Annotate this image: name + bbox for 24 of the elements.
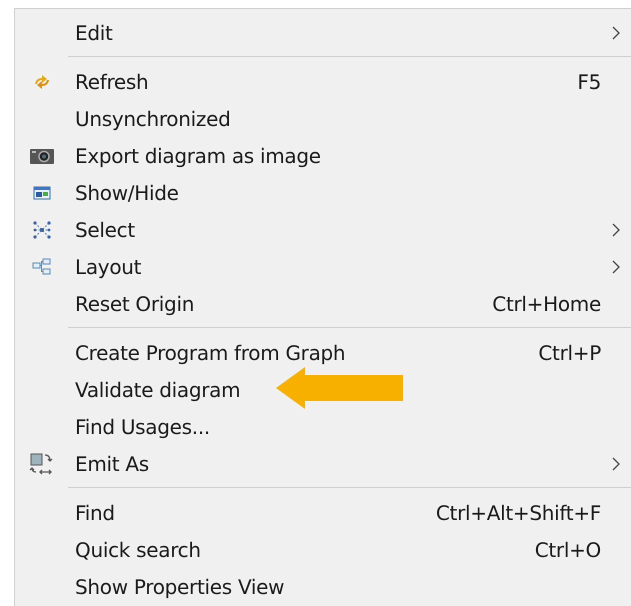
shortcut-label: F5 [577, 70, 601, 94]
menu-item[interactable]: Export diagram as image [68, 144, 601, 168]
menu-item[interactable]: Show/Hide [68, 180, 601, 204]
layout-icon [30, 256, 52, 276]
menu-item[interactable]: Find Usages... [68, 414, 601, 438]
menu-item[interactable]: Reset Origin [68, 292, 492, 316]
emit-icon [28, 452, 54, 476]
menu-item[interactable]: Unsynchronized [68, 106, 601, 130]
menu-item[interactable]: Select [68, 218, 601, 242]
shortcut-label: Ctrl+Alt+Shift+F [436, 500, 601, 524]
menu-item[interactable]: Find [68, 500, 436, 524]
menu-item[interactable]: Show Properties View [68, 574, 601, 598]
graph-icon [30, 218, 52, 240]
menu-item[interactable]: Layout [68, 254, 601, 278]
shortcut-label: Ctrl+Home [492, 292, 601, 316]
menu-item[interactable]: Refresh [68, 70, 578, 94]
shortcut-label: Ctrl+O [534, 538, 601, 562]
menu-item[interactable]: Emit As [68, 452, 601, 476]
menu-item[interactable]: Edit [68, 20, 601, 44]
menu-item[interactable]: Quick search [68, 538, 535, 562]
menu-item[interactable]: Create Program from Graph [68, 340, 538, 364]
menu-item[interactable]: Validate diagram [68, 378, 601, 402]
shortcut-label: Ctrl+P [538, 340, 601, 364]
window-icon [32, 184, 52, 202]
